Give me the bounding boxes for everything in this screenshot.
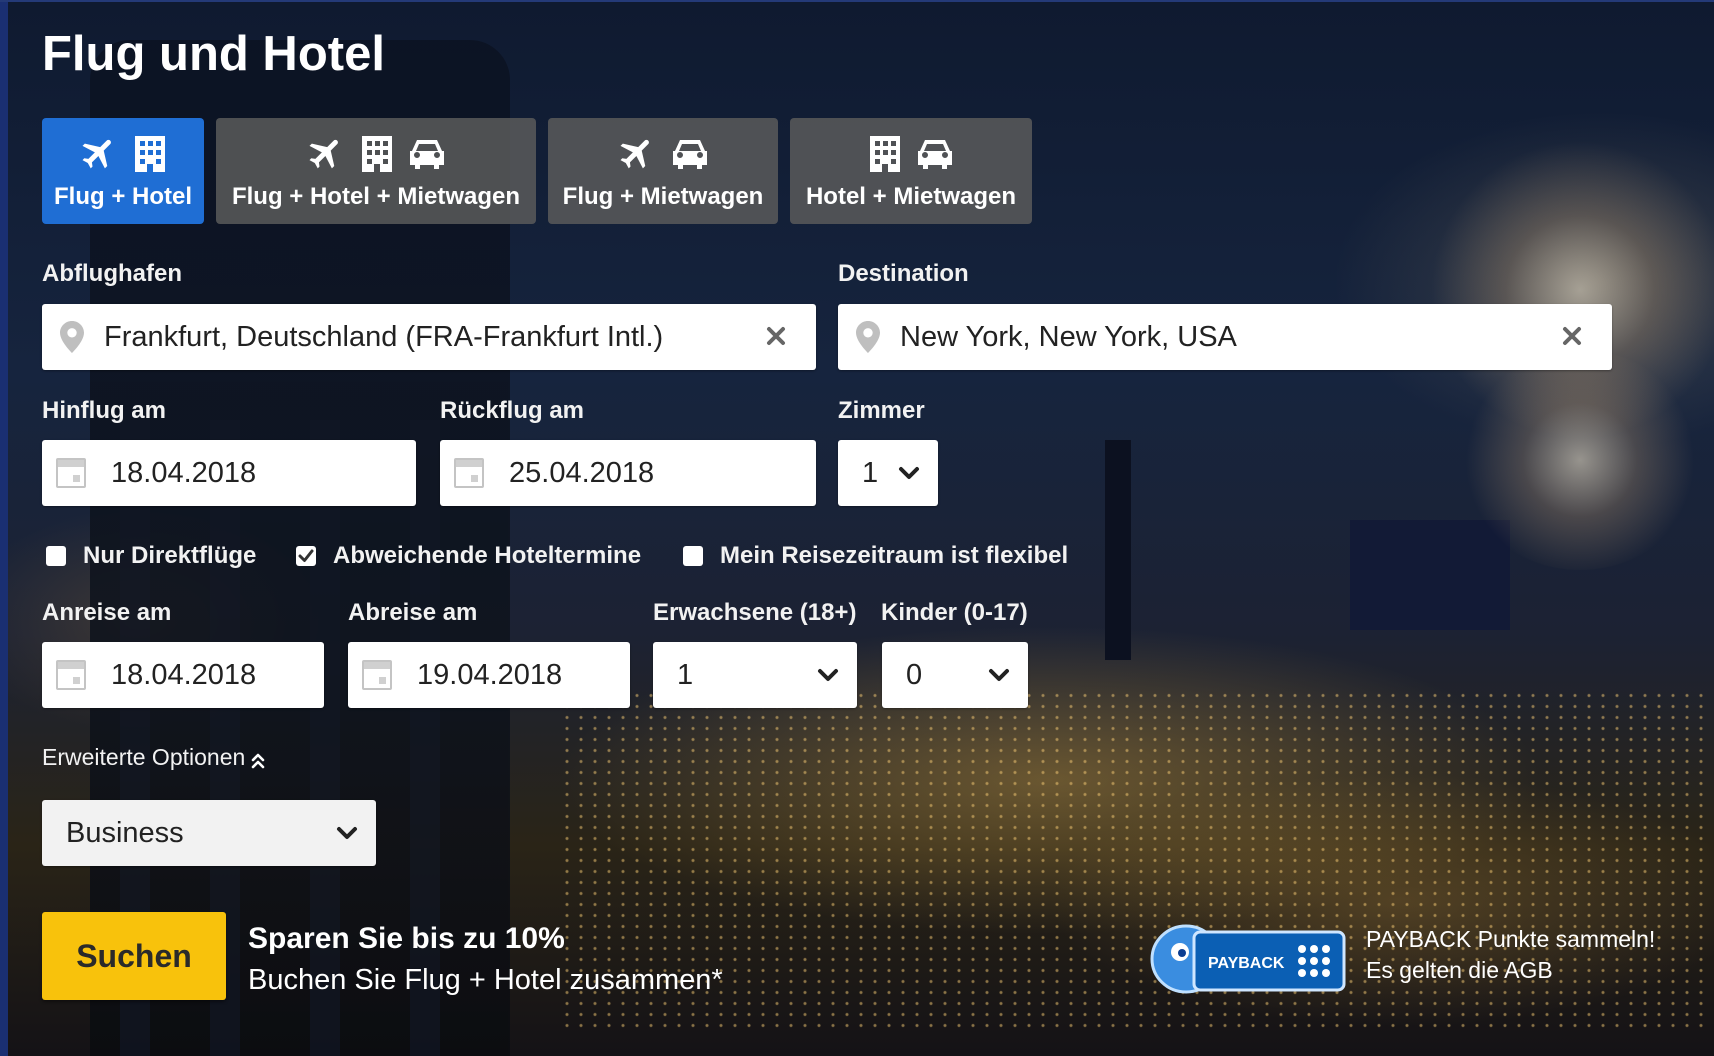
checkin-date-value: 18.04.2018	[111, 658, 257, 691]
checkin-date-field[interactable]: 18.04.2018	[42, 642, 324, 708]
plane-icon	[79, 133, 119, 173]
destination-label: Destination	[838, 260, 969, 287]
clear-destination-icon[interactable]	[1562, 326, 1582, 346]
car-icon	[916, 136, 954, 170]
children-select[interactable]: 0	[882, 642, 1028, 708]
tab-flug-hotel[interactable]: Flug + Hotel	[42, 118, 204, 224]
chevron-down-icon	[988, 664, 1010, 686]
product-tabs: Flug + Hotel Flug + Hotel + Mietwagen Fl…	[42, 118, 1044, 224]
tab-flug-hotel-mietwagen[interactable]: Flug + Hotel + Mietwagen	[216, 118, 536, 224]
tab-label: Flug + Hotel	[54, 183, 192, 210]
origin-field[interactable]: Frankfurt, Deutschland (FRA-Frankfurt In…	[42, 304, 816, 370]
location-pin-icon	[856, 321, 880, 353]
origin-value: Frankfurt, Deutschland (FRA-Frankfurt In…	[104, 320, 664, 353]
search-button[interactable]: Suchen	[42, 912, 226, 1000]
car-icon	[408, 136, 446, 170]
svg-text:PAYBACK: PAYBACK	[1208, 955, 1285, 972]
children-value: 0	[906, 658, 923, 691]
checkin-label: Anreise am	[42, 599, 172, 626]
return-date-field[interactable]: 25.04.2018	[440, 440, 816, 506]
children-label: Kinder (0-17)	[881, 599, 1028, 626]
checkbox-label: Abweichende Hoteltermine	[333, 542, 642, 569]
adults-value: 1	[677, 658, 694, 691]
tab-label: Flug + Mietwagen	[562, 183, 764, 210]
checkbox-box[interactable]	[46, 546, 66, 566]
tab-hotel-mietwagen[interactable]: Hotel + Mietwagen	[790, 118, 1032, 224]
payback-terms-link[interactable]: Es gelten die AGB	[1366, 957, 1553, 984]
plane-icon	[617, 133, 657, 173]
promo-headline: Sparen Sie bis zu 10%	[248, 922, 565, 955]
adults-label: Erwachsene (18+)	[653, 599, 857, 626]
car-icon	[671, 136, 709, 170]
adults-select[interactable]: 1	[653, 642, 857, 708]
calendar-icon	[56, 660, 86, 690]
calendar-icon	[362, 660, 392, 690]
chevron-double-up-icon	[251, 749, 265, 768]
plane-icon	[306, 133, 346, 173]
location-pin-icon	[60, 321, 84, 353]
checkout-date-field[interactable]: 19.04.2018	[348, 642, 630, 708]
checkout-label: Abreise am	[348, 599, 478, 626]
rooms-value: 1	[862, 456, 879, 489]
check-icon	[298, 549, 314, 562]
payback-logo: PAYBACK	[1150, 922, 1346, 996]
calendar-icon	[56, 458, 86, 488]
depart-label: Hinflug am	[42, 397, 166, 424]
advanced-options-toggle[interactable]: Erweiterte Optionen	[42, 744, 265, 771]
rooms-select[interactable]: 1	[838, 440, 938, 506]
checkbox-box[interactable]	[683, 546, 703, 566]
destination-field[interactable]: New York, New York, USA	[838, 304, 1612, 370]
chevron-down-icon	[336, 822, 358, 844]
payback-text-line1: PAYBACK Punkte sammeln!	[1366, 926, 1656, 952]
clear-origin-icon[interactable]	[766, 326, 786, 346]
chevron-down-icon	[898, 462, 920, 484]
origin-label: Abflughafen	[42, 260, 182, 287]
hotel-icon	[133, 134, 167, 172]
checkbox-label: Mein Reisezeitraum ist flexibel	[720, 542, 1069, 569]
hotel-icon	[868, 134, 902, 172]
destination-value: New York, New York, USA	[900, 320, 1237, 353]
depart-date-field[interactable]: 18.04.2018	[42, 440, 416, 506]
checkbox-box[interactable]	[296, 546, 316, 566]
direct-flights-checkbox[interactable]: Nur Direktflüge	[46, 542, 256, 570]
cabin-class-select[interactable]: Business	[42, 800, 376, 866]
checkout-date-value: 19.04.2018	[417, 658, 563, 691]
return-label: Rückflug am	[440, 397, 585, 424]
hotel-icon	[360, 134, 394, 172]
tab-label: Flug + Hotel + Mietwagen	[231, 183, 521, 210]
rooms-label: Zimmer	[838, 397, 925, 424]
cabin-class-value: Business	[66, 816, 184, 849]
different-hotel-dates-checkbox[interactable]: Abweichende Hoteltermine	[296, 542, 641, 570]
page-title: Flug und Hotel	[42, 27, 385, 81]
tab-flug-mietwagen[interactable]: Flug + Mietwagen	[548, 118, 778, 224]
tab-label: Hotel + Mietwagen	[805, 183, 1017, 210]
promo-text: Buchen Sie Flug + Hotel zusammen*	[248, 964, 723, 996]
chevron-down-icon	[817, 664, 839, 686]
flexible-dates-checkbox[interactable]: Mein Reisezeitraum ist flexibel	[683, 542, 1068, 570]
return-date-value: 25.04.2018	[509, 456, 655, 489]
checkbox-label: Nur Direktflüge	[83, 542, 257, 569]
advanced-options-label: Erweiterte Optionen	[42, 744, 246, 770]
depart-date-value: 18.04.2018	[111, 456, 257, 489]
calendar-icon	[454, 458, 484, 488]
